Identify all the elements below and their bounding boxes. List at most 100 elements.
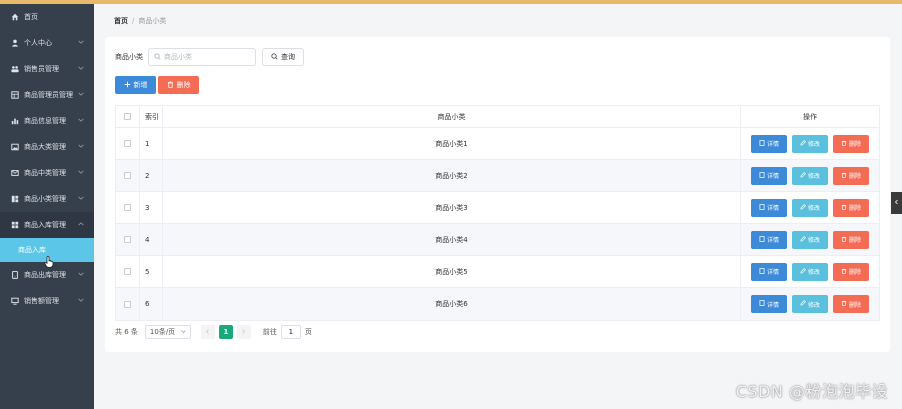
sidebar-item-category-medium[interactable]: 商品中类管理 [0, 160, 94, 186]
detail-button[interactable]: 详情 [751, 166, 787, 185]
delete-button-label: 删除 [848, 269, 861, 276]
delete-button[interactable]: 删除 [833, 295, 869, 313]
row-checkbox[interactable] [124, 268, 131, 275]
document-icon [759, 267, 765, 276]
edit-button[interactable]: 修改 [792, 198, 828, 217]
sidebar-item-label: 首页 [24, 13, 38, 21]
data-table: 索引 商品小类 操作 1 商品小类1 详情 修改 删除 2 商品小类2 详情 修… [115, 105, 880, 321]
edit-button-label: 修改 [807, 269, 820, 276]
sidebar-item-label: 商品信息管理 [24, 117, 66, 125]
document-icon [759, 171, 765, 180]
sidebar: 首页 个人中心 销售员管理 商品管理员管理 商品信息管理 商品大类管理 商品中类… [0, 4, 94, 409]
breadcrumb-home[interactable]: 首页 [114, 16, 128, 26]
row-name: 商品小类2 [163, 160, 741, 191]
chevron-up-icon [78, 221, 84, 229]
row-index: 3 [140, 192, 163, 223]
content-card: 商品小类 商品小类 查询 新增 删除 索引 商品小类 操作 1 商品小类1 详情… [105, 37, 890, 352]
document-icon [759, 300, 765, 308]
chevron-down-icon [78, 297, 84, 305]
row-ops: 详情 修改 删除 [741, 224, 879, 255]
search-button-label: 查询 [281, 53, 295, 61]
edit-button-label: 修改 [807, 173, 820, 180]
sidebar-item-category-small[interactable]: 商品小类管理 [0, 186, 94, 212]
chevron-down-icon [78, 143, 84, 151]
row-checkbox[interactable] [124, 236, 131, 243]
goto-page-input[interactable]: 1 [280, 325, 301, 339]
page-number-current[interactable]: 1 [218, 325, 233, 339]
edit-button-label: 修改 [807, 301, 820, 309]
search-input[interactable]: 商品小类 [148, 48, 256, 66]
sidebar-item-sales-amount[interactable]: 销售额管理 [0, 288, 94, 314]
delete-button[interactable]: 删除 [833, 198, 869, 217]
edit-button[interactable]: 修改 [792, 166, 828, 185]
table-row: 2 商品小类2 详情 修改 删除 [116, 160, 879, 192]
row-index: 4 [140, 224, 163, 255]
table-row: 4 商品小类4 详情 修改 删除 [116, 224, 879, 256]
side-panel-toggle[interactable] [891, 192, 902, 214]
trash-icon [841, 204, 847, 212]
row-name: 商品小类4 [163, 224, 741, 255]
pencil-icon [800, 235, 806, 244]
main-content: 首页 / 商品小类 商品小类 商品小类 查询 新增 删除 索引 商品小类 操作 … [94, 4, 902, 409]
table-row: 1 商品小类1 详情 修改 删除 [116, 128, 879, 160]
table-header-row: 索引 商品小类 操作 [116, 106, 879, 128]
sidebar-item-home[interactable]: 首页 [0, 4, 94, 30]
sidebar-item-stock-in[interactable]: 商品入库管理 [0, 212, 94, 238]
pencil-icon [800, 139, 806, 148]
search-icon [154, 52, 161, 62]
sidebar-item-category-large[interactable]: 商品大类管理 [0, 134, 94, 160]
detail-button[interactable]: 详情 [751, 198, 787, 217]
search-form: 商品小类 商品小类 查询 [115, 48, 304, 66]
add-button[interactable]: 新增 [115, 76, 156, 94]
search-button[interactable]: 查询 [262, 48, 304, 66]
row-checkbox[interactable] [124, 172, 131, 179]
delete-button[interactable]: 删除 [833, 166, 869, 185]
detail-button-label: 详情 [766, 205, 779, 212]
delete-button-label: 删除 [176, 81, 191, 89]
sidebar-item-label: 商品大类管理 [24, 143, 66, 151]
row-checkbox[interactable] [124, 204, 131, 211]
pencil-icon [800, 203, 806, 212]
prev-page-button[interactable] [200, 325, 215, 339]
chevron-down-icon [78, 65, 84, 73]
phone-icon [10, 271, 20, 279]
chevron-down-icon [181, 328, 186, 336]
row-check-cell [116, 160, 140, 191]
select-all-checkbox[interactable] [124, 113, 131, 120]
sidebar-item-product-admin[interactable]: 商品管理员管理 [0, 82, 94, 108]
table-icon [10, 91, 20, 99]
page-size-select[interactable]: 10条/页 [144, 325, 191, 339]
sidebar-item-label: 商品管理员管理 [24, 91, 73, 99]
row-checkbox[interactable] [124, 140, 131, 147]
sidebar-item-label: 销售员管理 [24, 65, 59, 73]
goto-label: 前往 [262, 328, 277, 336]
detail-button-label: 详情 [766, 173, 779, 180]
edit-button[interactable]: 修改 [792, 134, 828, 153]
search-icon [271, 52, 278, 62]
header-cell-check [116, 106, 140, 127]
picture-icon [10, 143, 20, 151]
row-checkbox[interactable] [124, 300, 131, 308]
sidebar-item-product-info[interactable]: 商品信息管理 [0, 108, 94, 134]
delete-button[interactable]: 删除 [833, 230, 869, 249]
pagination: 共 6 条 10条/页 1 前往 1 页 [115, 325, 312, 339]
chevron-left-icon [205, 328, 210, 336]
delete-button[interactable]: 删除 [833, 262, 869, 281]
next-page-button[interactable] [236, 325, 251, 339]
detail-button[interactable]: 详情 [751, 134, 787, 153]
sidebar-item-salesperson[interactable]: 销售员管理 [0, 56, 94, 82]
sidebar-item-profile[interactable]: 个人中心 [0, 30, 94, 56]
pencil-icon [800, 300, 806, 308]
edit-button[interactable]: 修改 [792, 295, 828, 313]
edit-button-label: 修改 [807, 141, 820, 148]
row-name: 商品小类3 [163, 192, 741, 223]
edit-button[interactable]: 修改 [792, 230, 828, 249]
batch-delete-button[interactable]: 删除 [158, 76, 199, 94]
detail-button[interactable]: 详情 [751, 230, 787, 249]
delete-button[interactable]: 删除 [833, 134, 869, 153]
watermark-text: CSDN @粉泡泡毕设 [735, 382, 888, 401]
edit-button-label: 修改 [807, 237, 820, 244]
detail-button[interactable]: 详情 [751, 262, 787, 281]
edit-button[interactable]: 修改 [792, 262, 828, 281]
detail-button[interactable]: 详情 [751, 295, 787, 313]
